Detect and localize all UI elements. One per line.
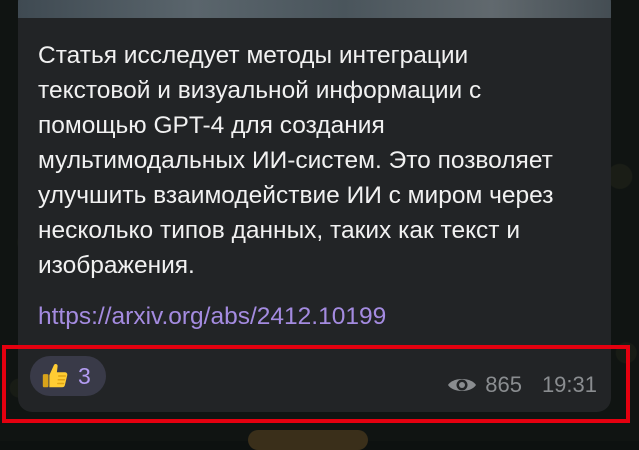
thumbs-up-icon — [42, 363, 68, 388]
message-bubble: Статья исследует методы интеграции текст… — [18, 0, 611, 412]
reaction-thumbs-up-button[interactable]: 3 — [30, 356, 106, 396]
reaction-count: 3 — [78, 362, 91, 389]
message-meta: 865 19:31 — [447, 370, 597, 400]
arxiv-link[interactable]: https://arxiv.org/abs/2412.10199 — [38, 299, 386, 334]
message-text: Статья исследует методы интеграции текст… — [38, 42, 554, 279]
media-preview[interactable] — [18, 0, 611, 18]
next-message-hint — [248, 430, 368, 450]
message-time: 19:31 — [541, 372, 597, 397]
eye-icon — [448, 379, 477, 391]
view-count: 865 — [485, 372, 522, 397]
